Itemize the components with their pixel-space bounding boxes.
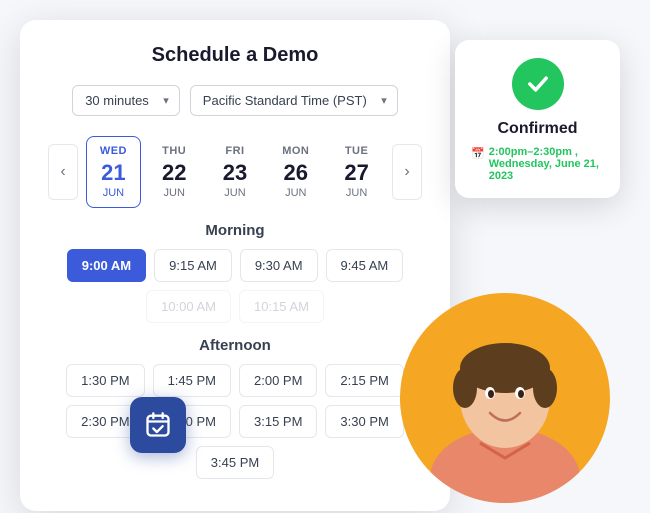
- dropdowns-row: 30 minutes Pacific Standard Time (PST): [48, 85, 422, 116]
- afternoon-slots: 1:30 PM1:45 PM2:00 PM2:15 PM2:30 PM3:00 …: [48, 364, 422, 479]
- time-slot-button[interactable]: 1:30 PM: [66, 364, 144, 397]
- day-cell[interactable]: TUE 27 JUN: [329, 136, 384, 208]
- time-slot-button[interactable]: 3:15 PM: [239, 405, 317, 438]
- time-slot-button[interactable]: 2:00 PM: [239, 364, 317, 397]
- day-cell[interactable]: THU 22 JUN: [147, 136, 202, 208]
- day-cell[interactable]: WED 21 JUN: [86, 136, 141, 208]
- day-cell[interactable]: MON 26 JUN: [268, 136, 323, 208]
- calendar-nav: ‹ WED 21 JUN THU 22 JUN FRI 23 JUN MON 2…: [48, 136, 422, 208]
- confirmed-time-text: 2:00pm–2:30pm ,Wednesday, June 21, 2023: [489, 146, 604, 182]
- time-slot-button[interactable]: 3:45 PM: [196, 446, 274, 479]
- card-title: Schedule a Demo: [48, 44, 422, 67]
- prev-arrow[interactable]: ‹: [48, 144, 78, 200]
- calendar-check-icon: [144, 411, 172, 439]
- time-slot-button[interactable]: 9:00 AM: [67, 249, 146, 282]
- confirmed-card: Confirmed 📅 2:00pm–2:30pm ,Wednesday, Ju…: [455, 40, 620, 198]
- day-cell[interactable]: FRI 23 JUN: [208, 136, 263, 208]
- next-arrow[interactable]: ›: [392, 144, 422, 200]
- morning-label: Morning: [48, 222, 422, 239]
- time-slot-button[interactable]: 3:30 PM: [325, 405, 403, 438]
- time-slot-button: 10:15 AM: [239, 290, 324, 323]
- confirmed-time: 📅 2:00pm–2:30pm ,Wednesday, June 21, 202…: [471, 146, 604, 182]
- check-icon: [524, 70, 552, 98]
- duration-dropdown[interactable]: 30 minutes: [72, 85, 180, 116]
- time-slot-button[interactable]: 1:45 PM: [153, 364, 231, 397]
- timezone-dropdown[interactable]: Pacific Standard Time (PST): [190, 85, 398, 116]
- calendar-icon-small: 📅: [471, 147, 485, 160]
- time-slot-button[interactable]: 9:30 AM: [240, 249, 318, 282]
- calendar-icon-button[interactable]: [130, 397, 186, 453]
- check-circle: [512, 58, 564, 110]
- avatar-circle: [400, 293, 610, 503]
- schedule-card: Schedule a Demo 30 minutes Pacific Stand…: [20, 20, 450, 511]
- days-row: WED 21 JUN THU 22 JUN FRI 23 JUN MON 26 …: [78, 136, 392, 208]
- time-slot-button: 10:00 AM: [146, 290, 231, 323]
- afternoon-label: Afternoon: [48, 337, 422, 354]
- time-slot-button[interactable]: 9:15 AM: [154, 249, 232, 282]
- morning-slots: 9:00 AM9:15 AM9:30 AM9:45 AM 10:00 AM10:1…: [48, 249, 422, 323]
- time-slot-button[interactable]: 9:45 AM: [326, 249, 404, 282]
- time-slot-button[interactable]: 2:15 PM: [325, 364, 403, 397]
- confirmed-title: Confirmed: [471, 120, 604, 138]
